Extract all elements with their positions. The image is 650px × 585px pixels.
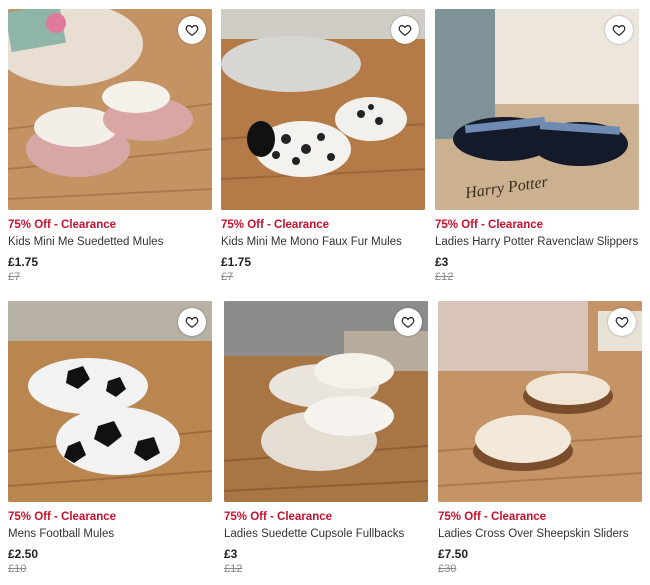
heart-outline-icon [398, 25, 412, 36]
product-card[interactable]: 75% Off - Clearance Ladies Suedette Cups… [224, 301, 428, 577]
product-card[interactable]: 75% Off - Clearance Kids Mini Me Suedett… [8, 9, 212, 285]
wishlist-button[interactable] [605, 16, 633, 44]
product-card[interactable]: Harry Potter 75% Off - Clearance Ladies … [435, 9, 639, 285]
product-price: £2.50 [8, 547, 39, 561]
was-price: £7 [221, 271, 234, 283]
wishlist-button[interactable] [178, 308, 206, 336]
heart-outline-icon [615, 317, 629, 328]
wishlist-button[interactable] [394, 308, 422, 336]
heart-outline-icon [185, 25, 199, 36]
product-card[interactable]: 75% Off - Clearance Ladies Cross Over Sh… [438, 301, 642, 577]
was-price: £7 [8, 271, 21, 283]
product-image[interactable]: Harry Potter [435, 9, 639, 210]
product-price: £1.75 [221, 255, 252, 269]
product-price: £1.75 [8, 255, 39, 269]
product-name[interactable]: Kids Mini Me Suedetted Mules [8, 235, 212, 250]
product-name[interactable]: Ladies Suedette Cupsole Fullbacks [224, 527, 428, 542]
clearance-badge: 75% Off - Clearance [8, 219, 117, 231]
clearance-badge: 75% Off - Clearance [8, 511, 117, 523]
heart-outline-icon [612, 25, 626, 36]
product-card[interactable]: 75% Off - Clearance Kids Mini Me Mono Fa… [221, 9, 425, 285]
product-price: £3 [435, 255, 449, 269]
product-image[interactable] [8, 301, 212, 502]
clearance-badge: 75% Off - Clearance [221, 219, 330, 231]
product-name[interactable]: Mens Football Mules [8, 527, 212, 542]
was-price: £12 [224, 563, 243, 575]
wishlist-button[interactable] [391, 16, 419, 44]
wishlist-button[interactable] [608, 308, 636, 336]
heart-outline-icon [185, 317, 199, 328]
was-price: £12 [435, 271, 454, 283]
heart-outline-icon [401, 317, 415, 328]
was-price: £10 [8, 563, 27, 575]
wishlist-button[interactable] [178, 16, 206, 44]
product-price: £3 [224, 547, 238, 561]
product-image[interactable] [8, 9, 212, 210]
product-image[interactable] [221, 9, 425, 210]
was-price: £30 [438, 563, 457, 575]
product-image[interactable] [224, 301, 428, 502]
product-name[interactable]: Ladies Cross Over Sheepskin Sliders [438, 527, 642, 542]
product-name[interactable]: Ladies Harry Potter Ravenclaw Slippers [435, 235, 639, 250]
clearance-badge: 75% Off - Clearance [438, 511, 547, 523]
product-price: £7.50 [438, 547, 469, 561]
product-name[interactable]: Kids Mini Me Mono Faux Fur Mules [221, 235, 425, 250]
product-image[interactable] [438, 301, 642, 502]
clearance-badge: 75% Off - Clearance [224, 511, 333, 523]
product-card[interactable]: 75% Off - Clearance Mens Football Mules … [8, 301, 212, 577]
clearance-badge: 75% Off - Clearance [435, 219, 544, 231]
